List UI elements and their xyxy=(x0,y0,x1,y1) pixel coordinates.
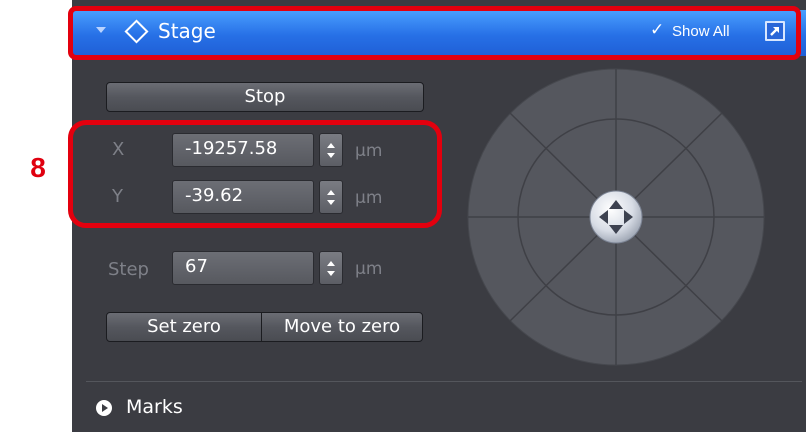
header-highlight-box xyxy=(68,6,801,60)
section-divider xyxy=(86,381,802,382)
step-stepper[interactable] xyxy=(319,251,343,285)
stop-button[interactable]: Stop xyxy=(106,82,424,112)
xy-fields-highlight-box xyxy=(68,120,442,228)
step-label: Step xyxy=(108,259,149,280)
annotation-number: 8 xyxy=(30,152,46,183)
down-arrow-icon[interactable] xyxy=(327,271,335,276)
stage-joystick[interactable] xyxy=(467,68,765,366)
step-input[interactable]: 67 xyxy=(172,251,314,285)
step-unit: µm xyxy=(355,259,383,279)
marks-section-toggle[interactable]: Marks xyxy=(126,396,183,418)
play-circle-icon[interactable] xyxy=(96,400,112,416)
four-way-arrow-icon[interactable] xyxy=(589,190,643,244)
set-zero-button[interactable]: Set zero xyxy=(106,312,262,342)
move-to-zero-button[interactable]: Move to zero xyxy=(261,312,423,342)
up-arrow-icon[interactable] xyxy=(327,261,335,266)
